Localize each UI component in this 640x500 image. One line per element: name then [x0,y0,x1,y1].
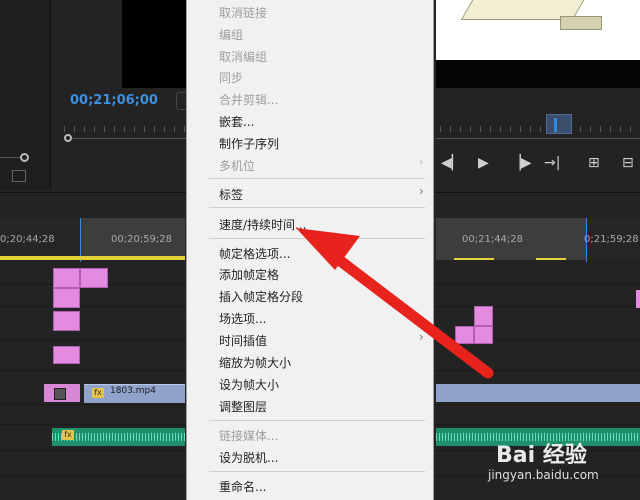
menu-item-nest[interactable]: 嵌套... [219,113,254,130]
submenu-arrow-icon: › [419,184,424,198]
monitor-scrub-handle[interactable] [64,134,72,142]
play-icon[interactable]: ▶ [478,155,489,171]
source-scrub-handle[interactable] [20,153,29,162]
graphic-clip[interactable] [455,326,474,344]
ruler-tick-label: 0;21;59;28 [584,234,639,245]
step-back-icon[interactable]: ◀▏ [441,155,463,171]
monitor-scrub-bar[interactable] [64,138,186,139]
monitor-playhead-line [554,118,557,132]
ruler-tick-label: 00;21;44;28 [462,234,524,245]
menu-item-adjustment-layer[interactable]: 调整图层 [219,398,267,415]
render-bar [0,256,185,260]
ruler-tick-label: 0;20;44;28 [0,234,55,245]
step-forward-icon[interactable]: ▕▶ [510,155,532,171]
menu-separator [209,420,425,421]
submenu-arrow-icon: › [419,155,424,169]
menu-item-add-frame-hold[interactable]: 添加帧定格 [219,266,279,283]
graphic-clip[interactable] [53,311,80,331]
render-bar-right [536,258,566,260]
clip-context-menu: 取消链接 编组 取消编组 同步 合并剪辑... 嵌套... 制作子序列 多机位 … [186,0,434,500]
fx-badge-icon: fx [92,388,104,398]
graphic-clip[interactable] [53,268,80,288]
ruler-tick-label: 00;20;59;28 [111,234,173,245]
extract-icon[interactable]: ⊟ [622,155,634,171]
monitor-playhead[interactable] [546,114,572,134]
render-bar-right [454,258,494,260]
menu-item-rename[interactable]: 重命名... [219,478,266,495]
menu-item-merge-clips[interactable]: 合并剪辑... [219,91,278,108]
graphic-clip[interactable] [80,268,108,288]
menu-separator [209,178,425,179]
graphic-clip[interactable] [53,346,80,364]
menu-item-make-offline[interactable]: 设为脱机... [219,449,278,466]
submenu-arrow-icon: › [419,330,424,344]
menu-item-label[interactable]: 标签 [219,186,243,203]
monitor-ruler-ticks [64,126,186,132]
menu-item-time-interpolation[interactable]: 时间插值 [219,332,267,349]
menu-separator [209,238,425,239]
menu-item-speed-duration[interactable]: 速度/持续时间... [219,216,307,233]
menu-item-ungroup[interactable]: 取消编组 [219,48,267,65]
monitor-ruler-ticks-right [440,126,640,132]
graphic-clip[interactable] [636,290,640,308]
clip-thumbnail-icon [54,388,66,400]
program-monitor-letterbox [436,60,640,88]
graphic-clip[interactable] [474,326,493,344]
menu-separator [209,207,425,208]
menu-item-group[interactable]: 编组 [219,26,243,43]
video-clip-name: 1803.mp4 [110,386,156,396]
menu-item-link-media[interactable]: 链接媒体... [219,427,278,444]
menu-item-synchronize[interactable]: 同步 [219,69,243,86]
lift-icon[interactable]: ⊞ [588,155,600,171]
menu-item-scale-to-frame-size[interactable]: 缩放为帧大小 [219,354,291,371]
video-frame-object-side [560,16,602,30]
menu-item-frame-hold-options[interactable]: 帧定格选项... [219,245,290,262]
export-frame-icon[interactable] [12,170,26,182]
menu-item-set-to-frame-size[interactable]: 设为帧大小 [219,376,279,393]
video-clip-right[interactable] [436,384,640,402]
monitor-scrub-bar-right[interactable] [436,138,640,139]
graphic-clip[interactable] [474,306,493,326]
program-monitor-video [122,0,186,88]
go-to-out-icon[interactable]: →| [544,155,560,171]
watermark-url: jingyan.baidu.com [488,468,599,482]
menu-item-unlink[interactable]: 取消链接 [219,4,267,21]
menu-separator [209,471,425,472]
menu-item-field-options[interactable]: 场选项... [219,310,266,327]
baidu-jingyan-logo: Bai 经验 [496,443,587,468]
menu-item-multi-camera[interactable]: 多机位 [219,157,255,174]
fx-badge-icon: fx [62,430,74,440]
menu-item-make-subsequence[interactable]: 制作子序列 [219,135,279,152]
playhead-timecode[interactable]: 00;21;06;00 [70,93,158,108]
menu-item-insert-frame-hold-segment[interactable]: 插入帧定格分段 [219,288,303,305]
graphic-clip[interactable] [53,288,80,308]
